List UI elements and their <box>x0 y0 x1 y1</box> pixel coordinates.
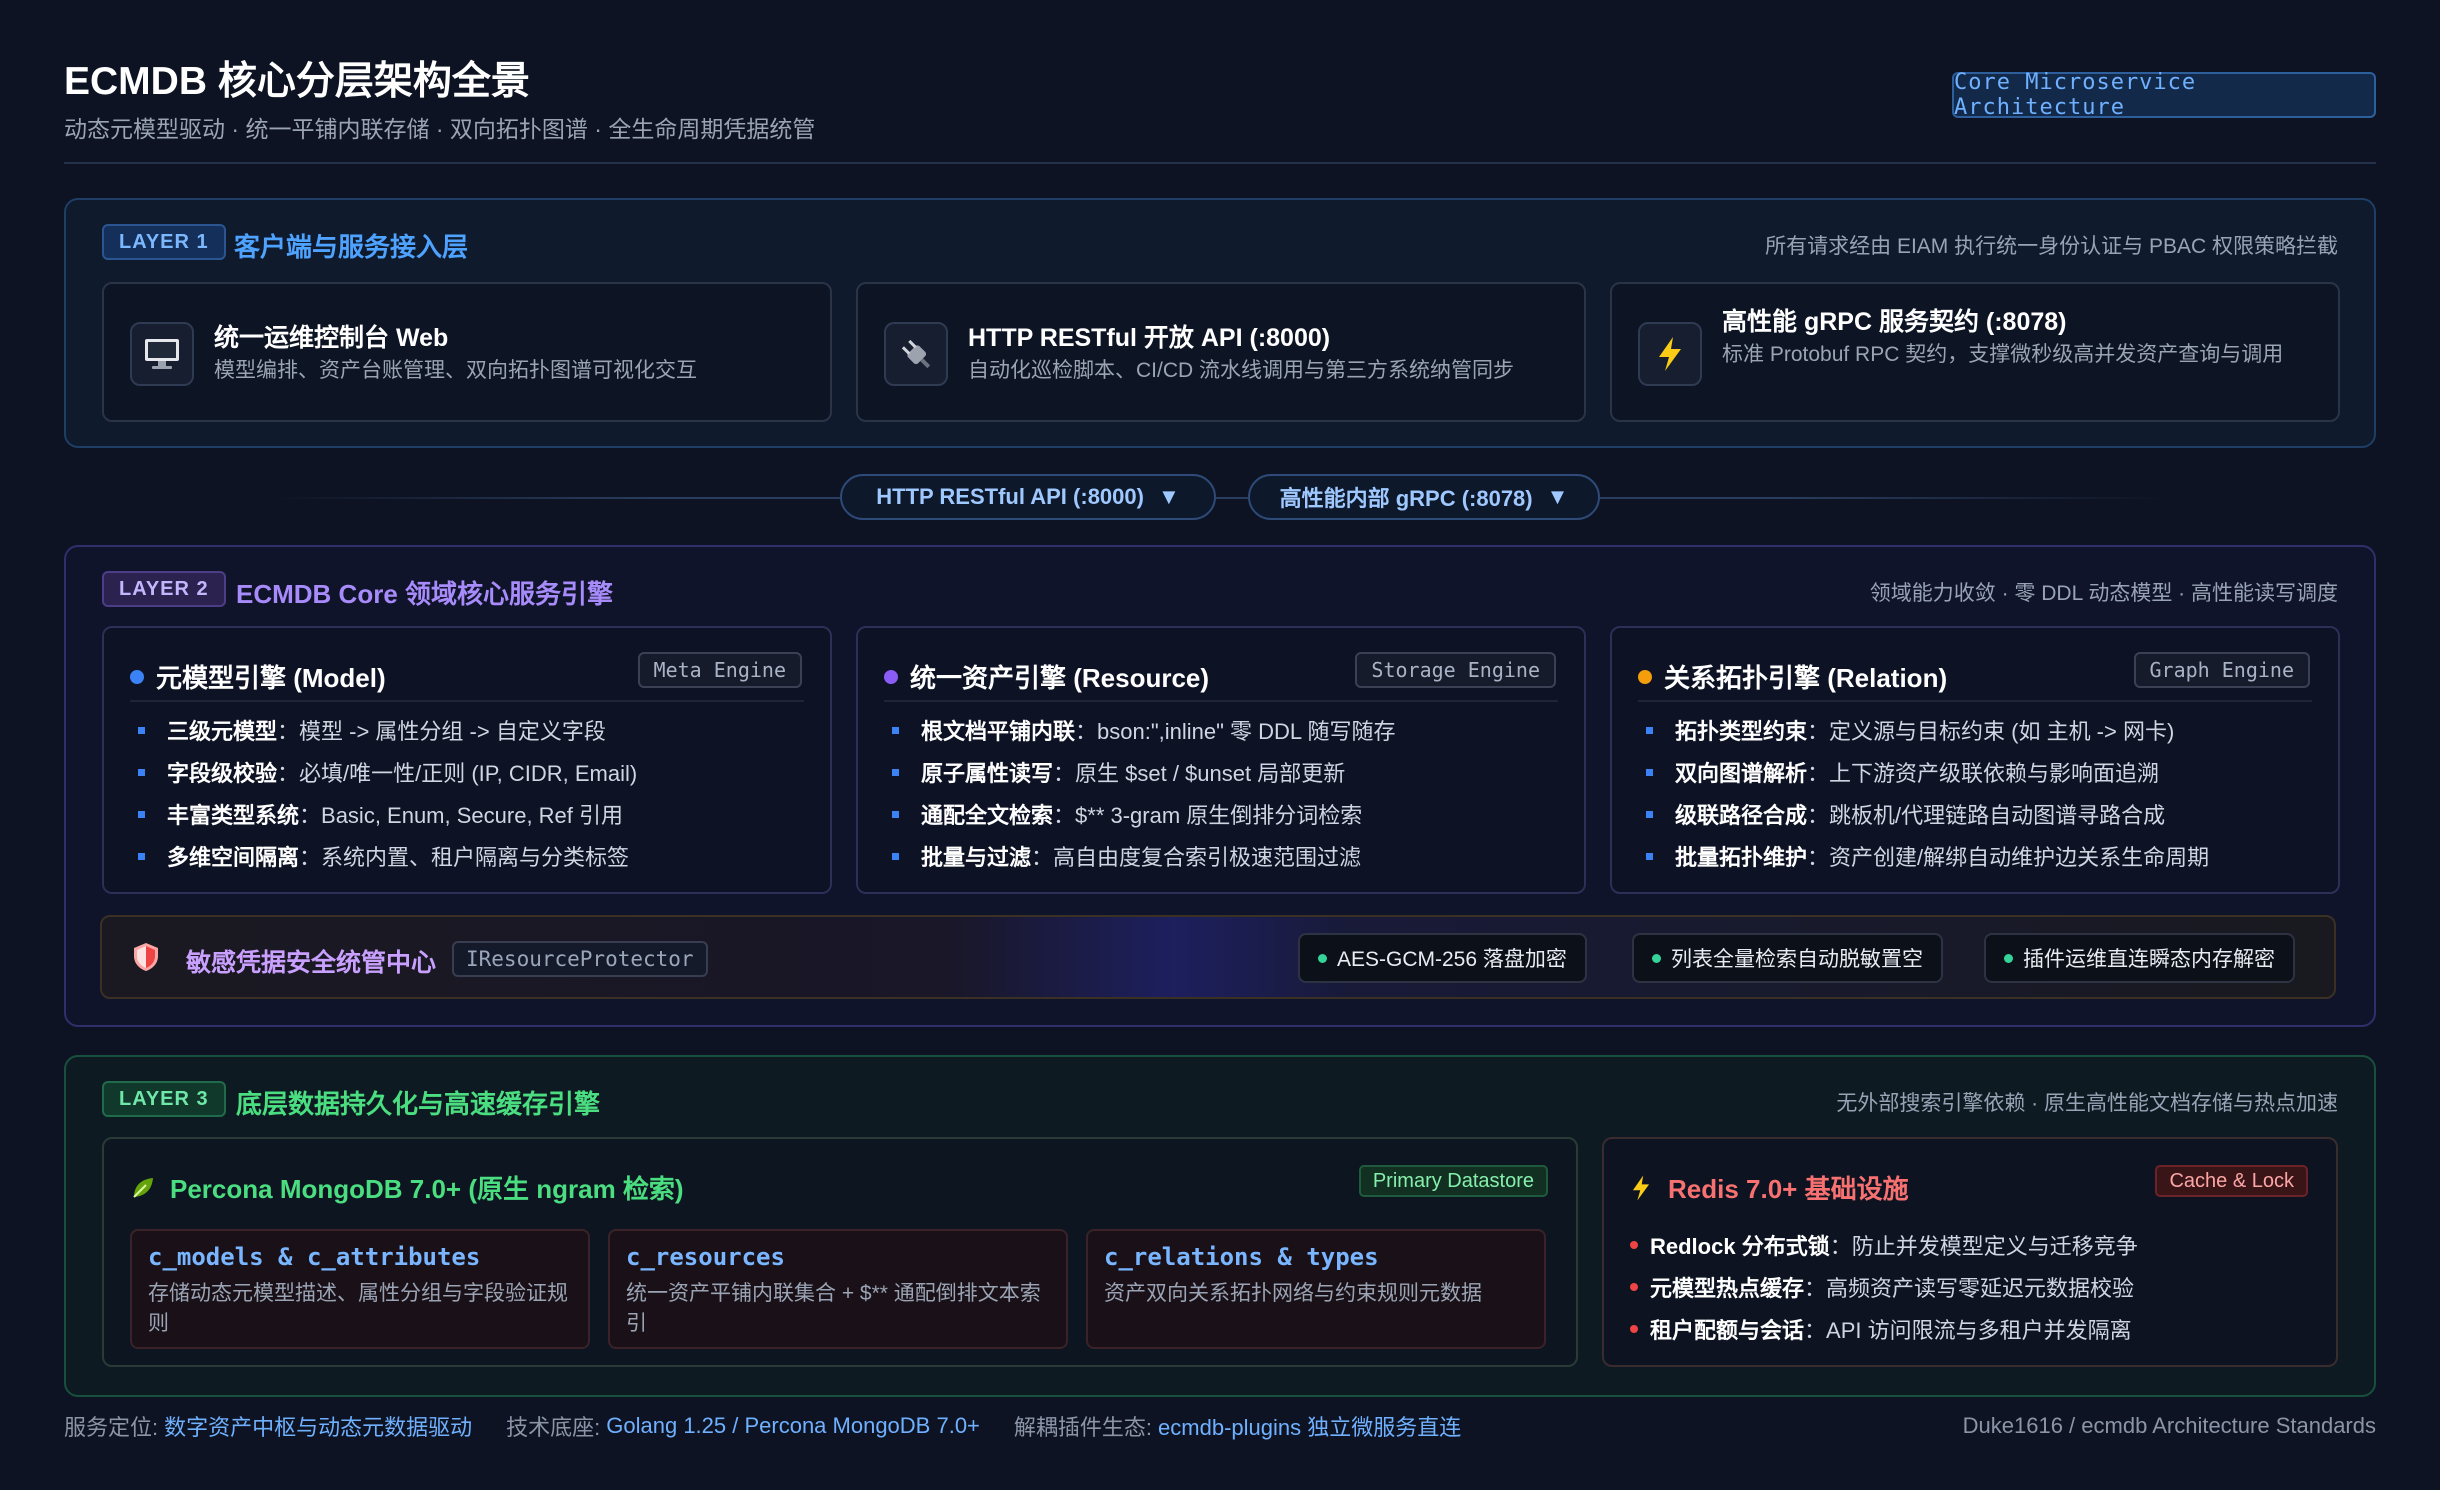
layer-3-tag: LAYER 3 <box>102 1081 226 1117</box>
layer-2-title: ECMDB Core 领域核心服务引擎 <box>236 579 614 609</box>
footer-plugin-label: 解耦插件生态: <box>1013 1415 1153 1440</box>
footer: 服务定位: 数字资产中枢与动态元数据驱动 技术底座: Golang 1.25 /… <box>64 1410 2376 1442</box>
redis-panel[interactable]: Redis 7.0+ 基础设施 Cache & Lock Redlock 分布式… <box>1602 1137 2338 1367</box>
divider <box>130 700 804 702</box>
redis-feature: 元模型热点缓存 ：高频资产读写零延迟元数据校验 <box>1630 1271 2134 1303</box>
monitor-icon <box>130 322 194 386</box>
engine-title-text: 关系拓扑引擎 (Relation) <box>1664 663 1948 693</box>
engine-feature: 字段级校验 ：必填/唯一性/正则 (IP, CIDR, Email) <box>138 756 637 788</box>
engine-title: 统一资产引擎 (Resource) <box>884 658 1209 695</box>
collection-desc: 存储动态元模型描述、属性分组与字段验证规则 <box>148 1282 568 1335</box>
cache-lock-tag: Cache & Lock <box>2155 1165 2308 1197</box>
divider <box>1638 700 2312 702</box>
engine-feature: 丰富类型系统 ：Basic, Enum, Secure, Ref 引用 <box>138 798 623 830</box>
collection-card[interactable]: c_models & c_attributes 存储动态元模型描述、属性分组与字… <box>130 1229 590 1349</box>
engine-card-relation[interactable]: 关系拓扑引擎 (Relation) Graph Engine 拓扑类型约束 ：定义… <box>1610 626 2340 894</box>
redis-title-text: Redis 7.0+ 基础设施 <box>1668 1174 1909 1204</box>
collection-card[interactable]: c_relations & types 资产双向关系拓扑网络与约束规则元数据 <box>1086 1229 1546 1349</box>
collection-desc: 资产双向关系拓扑网络与约束规则元数据 <box>1104 1282 1482 1305</box>
page-subtitle: 动态元模型驱动 · 统一平铺内联存储 · 双向拓扑图谱 · 全生命周期凭据统管 <box>64 116 816 142</box>
client-card-title: 统一运维控制台 Web <box>214 324 449 352</box>
footer-plugin-value: ecmdb-plugins 独立微服务直连 <box>1158 1415 1462 1440</box>
client-card-grpc[interactable]: 高性能 gRPC 服务契约 (:8078) 标准 Protobuf RPC 契约… <box>1610 282 2340 422</box>
footer-tech-label: 技术底座: <box>506 1415 601 1440</box>
header-divider <box>64 162 2376 164</box>
mongodb-panel[interactable]: Percona MongoDB 7.0+ (原生 ngram 检索) Prima… <box>102 1137 1578 1367</box>
layer-3-note: 无外部搜索引擎依赖 · 原生高性能文档存储与热点加速 <box>1836 1092 2338 1115</box>
redis-feature: 租户配额与会话 ：API 访问限流与多租户并发隔离 <box>1630 1313 2132 1345</box>
lightning-icon <box>1632 1175 1650 1200</box>
engine-feature: 批量拓扑维护 ：资产创建/解绑自动维护边关系生命周期 <box>1646 840 2209 872</box>
arrow-down-icon: ▼ <box>1546 484 1569 509</box>
collection-name: c_resources <box>626 1243 785 1271</box>
engine-feature: 三级元模型 ：模型 -> 属性分组 -> 自定义字段 <box>138 714 606 746</box>
engine-tag: Graph Engine <box>2133 652 2310 688</box>
leaf-icon <box>133 1177 153 1198</box>
divider <box>884 700 1558 702</box>
engine-title-text: 统一资产引擎 (Resource) <box>910 663 1210 693</box>
engine-card-resource[interactable]: 统一资产引擎 (Resource) Storage Engine 根文档平铺内联… <box>856 626 1586 894</box>
layer-3-title: 底层数据持久化与高速缓存引擎 <box>236 1089 601 1119</box>
engine-title: 元模型引擎 (Model) <box>130 658 386 695</box>
client-card-title: 高性能 gRPC 服务契约 (:8078) <box>1722 308 2067 336</box>
http-connector-label: HTTP RESTful API (:8000) <box>876 484 1144 509</box>
layer-3-panel: LAYER 3 底层数据持久化与高速缓存引擎 无外部搜索引擎依赖 · 原生高性能… <box>64 1055 2376 1397</box>
engine-feature: 拓扑类型约束 ：定义源与目标约束 (如 主机 -> 网卡) <box>1646 714 2174 746</box>
grpc-connector-pill: 高性能内部 gRPC (:8078) ▼ <box>1248 474 1600 520</box>
client-card-http-api[interactable]: HTTP RESTful 开放 API (:8000) 自动化巡检脚本、CI/C… <box>856 282 1586 422</box>
engine-feature: 双向图谱解析 ：上下游资产级联依赖与影响面追溯 <box>1646 756 2159 788</box>
layer-2-note: 领域能力收敛 · 零 DDL 动态模型 · 高性能读写调度 <box>1869 582 2338 605</box>
footer-credit: Duke1616 / ecmdb Architecture Standards <box>1962 1413 2376 1438</box>
redis-title: Redis 7.0+ 基础设施 <box>1630 1169 1909 1206</box>
layer-1-title: 客户端与服务接入层 <box>234 232 469 262</box>
engine-feature: 通配全文检索 ：$** 3-gram 原生倒排分词检索 <box>892 798 1362 830</box>
engine-title: 关系拓扑引擎 (Relation) <box>1638 658 1947 695</box>
collection-desc: 统一资产平铺内联集合 + $** 通配倒排文本索引 <box>626 1282 1041 1335</box>
client-card-desc: 模型编排、资产台账管理、双向拓扑图谱可视化交互 <box>214 359 697 382</box>
engine-feature: 批量与过滤 ：高自由度复合索引极速范围过滤 <box>892 840 1361 872</box>
layer-1-panel: LAYER 1 客户端与服务接入层 所有请求经由 EIAM 执行统一身份认证与 … <box>64 198 2376 448</box>
http-connector-pill: HTTP RESTful API (:8000) ▼ <box>840 474 1216 520</box>
collection-name: c_relations & types <box>1104 1243 1379 1271</box>
engine-feature: 多维空间隔离 ：系统内置、租户隔离与分类标签 <box>138 840 629 872</box>
lightning-icon <box>1638 322 1702 386</box>
engine-feature: 级联路径合成 ：跳板机/代理链路自动图谱寻路合成 <box>1646 798 2165 830</box>
engine-tag: Meta Engine <box>637 652 802 688</box>
mongodb-title: Percona MongoDB 7.0+ (原生 ngram 检索) <box>130 1169 684 1206</box>
client-card-desc: 标准 Protobuf RPC 契约，支撑微秒级高并发资产查询与调用 <box>1722 343 2284 366</box>
status-dot <box>884 669 898 684</box>
client-card-desc: 自动化巡检脚本、CI/CD 流水线调用与第三方系统纳管同步 <box>968 359 1514 382</box>
layer-1-tag: LAYER 1 <box>102 224 226 260</box>
mongodb-title-text: Percona MongoDB 7.0+ (原生 ngram 检索) <box>170 1174 684 1204</box>
footer-tech-value: Golang 1.25 / Percona MongoDB 7.0+ <box>606 1413 980 1438</box>
plug-icon <box>884 322 948 386</box>
grpc-connector-label: 高性能内部 gRPC (:8078) <box>1279 486 1533 511</box>
status-dot <box>1638 669 1652 684</box>
arrow-down-icon: ▼ <box>1157 484 1180 509</box>
connector-line <box>270 497 2170 499</box>
engine-tag: Storage Engine <box>1355 652 1556 688</box>
engine-title-text: 元模型引擎 (Model) <box>156 663 386 693</box>
collection-name: c_models & c_attributes <box>148 1243 481 1271</box>
engine-feature: 原子属性读写 ：原生 $set / $unset 局部更新 <box>892 756 1345 788</box>
architecture-badge: Core Microservice Architecture <box>1952 70 2376 120</box>
page-title: ECMDB 核心分层架构全景 <box>64 60 530 103</box>
redis-feature: Redlock 分布式锁 ：防止并发模型定义与迁移竞争 <box>1630 1229 2138 1261</box>
collection-card[interactable]: c_resources 统一资产平铺内联集合 + $** 通配倒排文本索引 <box>608 1229 1068 1349</box>
engine-feature: 根文档平铺内联 ：bson:",inline" 零 DDL 随写随存 <box>892 714 1395 746</box>
footer-position-label: 服务定位: <box>64 1415 159 1440</box>
layer-1-note: 所有请求经由 EIAM 执行统一身份认证与 PBAC 权限策略拦截 <box>1765 235 2338 258</box>
client-card-title: HTTP RESTful 开放 API (:8000) <box>968 324 1331 352</box>
footer-position-value: 数字资产中枢与动态元数据驱动 <box>164 1415 473 1440</box>
client-card-web[interactable]: 统一运维控制台 Web 模型编排、资产台账管理、双向拓扑图谱可视化交互 <box>102 282 832 422</box>
engine-card-model[interactable]: 元模型引擎 (Model) Meta Engine 三级元模型 ：模型 -> 属性… <box>102 626 832 894</box>
primary-datastore-tag: Primary Datastore <box>1358 1165 1548 1197</box>
layer-2-tag: LAYER 2 <box>102 571 226 607</box>
status-dot <box>130 669 144 684</box>
